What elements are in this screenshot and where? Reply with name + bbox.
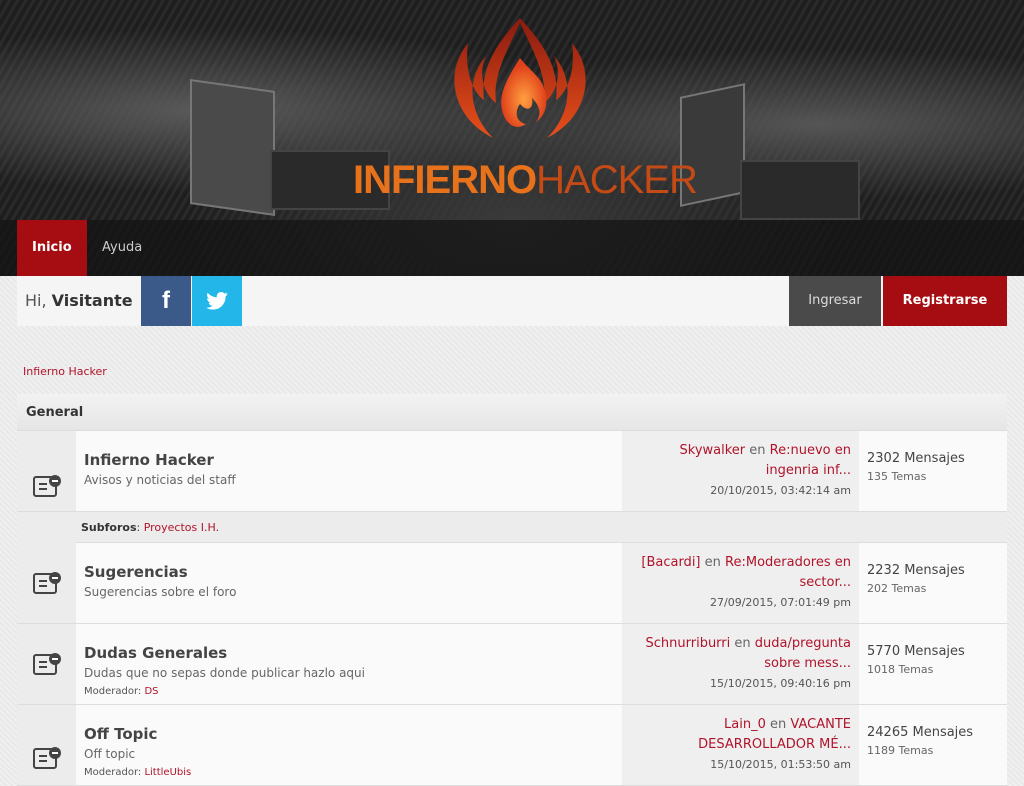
board-index: General Infierno Hacker Avisos y noticia…: [17, 394, 1007, 786]
board-row: Off Topic Off topic Moderador: LittleUbi…: [17, 705, 1007, 786]
site-logo[interactable]: INFIERNOHACKER: [353, 18, 698, 202]
twitter-button[interactable]: [192, 276, 242, 326]
logo-part-infierno: INFIERNO: [353, 158, 537, 202]
main-nav: Inicio Ayuda: [0, 220, 1024, 276]
board-moderator: Moderador: LittleUbis: [84, 767, 622, 778]
no-new-posts-icon: [33, 653, 61, 675]
register-button[interactable]: Registrarse: [883, 276, 1007, 326]
board-last-post: Schnurriburri en duda/pregunta sobre mes…: [622, 624, 859, 704]
post-count: 2302 Mensajes: [867, 451, 965, 466]
subforum-icon-spacer: [17, 512, 76, 543]
board-description: Dudas que no sepas donde publicar hazlo …: [84, 666, 365, 680]
user-bar: Hi, Visitante f Ingresar Registrarse: [17, 276, 1007, 326]
topic-count: 135 Temas: [867, 470, 927, 483]
board-name[interactable]: Off Topic: [84, 725, 622, 743]
last-post-en: en: [749, 443, 766, 458]
last-post-topic[interactable]: VACANTE: [790, 717, 851, 732]
moderator-label: Moderador:: [84, 767, 142, 778]
board-info: Off Topic Off topic Moderador: LittleUbi…: [76, 705, 622, 785]
last-post-topic[interactable]: duda/pregunta: [755, 636, 851, 651]
board-name[interactable]: Sugerencias: [84, 563, 622, 581]
facebook-icon: f: [162, 287, 170, 314]
login-button[interactable]: Ingresar: [789, 276, 881, 326]
last-post-date: 15/10/2015, 01:53:50 am: [710, 758, 851, 771]
board-last-post: [Bacardi] en Re:Moderadores en sector...…: [622, 543, 859, 623]
last-post-topic-cont[interactable]: DESARROLLADOR MÉ...: [698, 737, 851, 752]
subforum-link[interactable]: Proyectos I.H.: [144, 521, 219, 534]
no-new-posts-icon: [33, 572, 61, 594]
logo-wordmark: INFIERNOHACKER: [353, 158, 698, 203]
no-new-posts-icon: [33, 475, 61, 497]
post-count: 2232 Mensajes: [867, 563, 965, 578]
board-icon-cell: [17, 543, 76, 623]
last-post-date: 15/10/2015, 09:40:16 pm: [710, 677, 851, 690]
category-title[interactable]: General: [17, 394, 1007, 431]
background-photo-laptop: [740, 160, 860, 220]
board-info: Sugerencias Sugerencias sobre el foro: [76, 543, 622, 623]
moderator-link[interactable]: DS: [144, 686, 158, 697]
nav-item-inicio[interactable]: Inicio: [17, 220, 87, 276]
last-post-user[interactable]: Skywalker: [680, 443, 746, 458]
board-stats: 5770 Mensajes 1018 Temas: [859, 624, 1007, 704]
last-post-date: 27/09/2015, 07:01:49 pm: [710, 596, 851, 609]
board-row: Infierno Hacker Avisos y noticias del st…: [17, 431, 1007, 512]
board-info: Infierno Hacker Avisos y noticias del st…: [76, 431, 622, 511]
last-post-user[interactable]: Schnurriburri: [646, 636, 731, 651]
background-photo-laptop: [190, 79, 275, 216]
board-moderator: Moderador: DS: [84, 686, 622, 697]
board-name[interactable]: Infierno Hacker: [84, 451, 622, 469]
board-info: Dudas Generales Dudas que no sepas donde…: [76, 624, 622, 704]
breadcrumb[interactable]: Infierno Hacker: [23, 365, 107, 378]
board-name[interactable]: Dudas Generales: [84, 644, 622, 662]
last-post-topic-cont[interactable]: ingenria inf...: [766, 463, 851, 478]
nav-item-ayuda[interactable]: Ayuda: [87, 220, 157, 276]
board-icon-cell: [17, 431, 76, 511]
board-description: Off topic: [84, 747, 136, 761]
board-icon-cell: [17, 624, 76, 704]
post-count: 5770 Mensajes: [867, 644, 965, 659]
board-stats: 2302 Mensajes 135 Temas: [859, 431, 1007, 511]
post-count: 24265 Mensajes: [867, 725, 974, 740]
last-post-date: 20/10/2015, 03:42:14 am: [710, 484, 851, 497]
moderator-link[interactable]: LittleUbis: [144, 767, 191, 778]
board-last-post: Skywalker en Re:nuevo en ingenria inf...…: [622, 431, 859, 511]
subforums-label: Subforos: [81, 521, 137, 534]
logo-part-hacker: HACKER: [536, 158, 698, 202]
last-post-en: en: [734, 636, 751, 651]
last-post-topic[interactable]: Re:nuevo en: [770, 443, 851, 458]
last-post-user[interactable]: [Bacardi]: [641, 555, 700, 570]
board-last-post: Lain_0 en VACANTE DESARROLLADOR MÉ... 15…: [622, 705, 859, 785]
topic-count: 1018 Temas: [867, 663, 934, 676]
topic-count: 202 Temas: [867, 582, 927, 595]
board-stats: 2232 Mensajes 202 Temas: [859, 543, 1007, 623]
flame-logo-icon: [454, 18, 586, 138]
guest-username: Visitante: [51, 291, 133, 310]
greeting-text: Hi,: [25, 291, 47, 310]
no-new-posts-icon: [33, 747, 61, 769]
greeting: Hi, Visitante: [25, 276, 133, 326]
last-post-en: en: [770, 717, 787, 732]
board-row: Sugerencias Sugerencias sobre el foro [B…: [17, 543, 1007, 624]
board-icon-cell: [17, 705, 76, 785]
last-post-topic-cont[interactable]: sobre mess...: [764, 656, 851, 671]
twitter-icon: [206, 292, 228, 310]
board-description: Avisos y noticias del staff: [84, 473, 236, 487]
facebook-button[interactable]: f: [141, 276, 191, 326]
site-header: INFIERNOHACKER Inicio Ayuda: [0, 0, 1024, 276]
last-post-en: en: [704, 555, 721, 570]
subforums-row: Subforos: Proyectos I.H.: [17, 512, 1007, 543]
board-description: Sugerencias sobre el foro: [84, 585, 237, 599]
board-stats: 24265 Mensajes 1189 Temas: [859, 705, 1007, 785]
moderator-label: Moderador:: [84, 686, 142, 697]
board-row: Dudas Generales Dudas que no sepas donde…: [17, 624, 1007, 705]
last-post-topic-cont[interactable]: sector...: [799, 575, 851, 590]
last-post-user[interactable]: Lain_0: [724, 717, 766, 732]
topic-count: 1189 Temas: [867, 744, 934, 757]
last-post-topic[interactable]: Re:Moderadores en: [725, 555, 851, 570]
